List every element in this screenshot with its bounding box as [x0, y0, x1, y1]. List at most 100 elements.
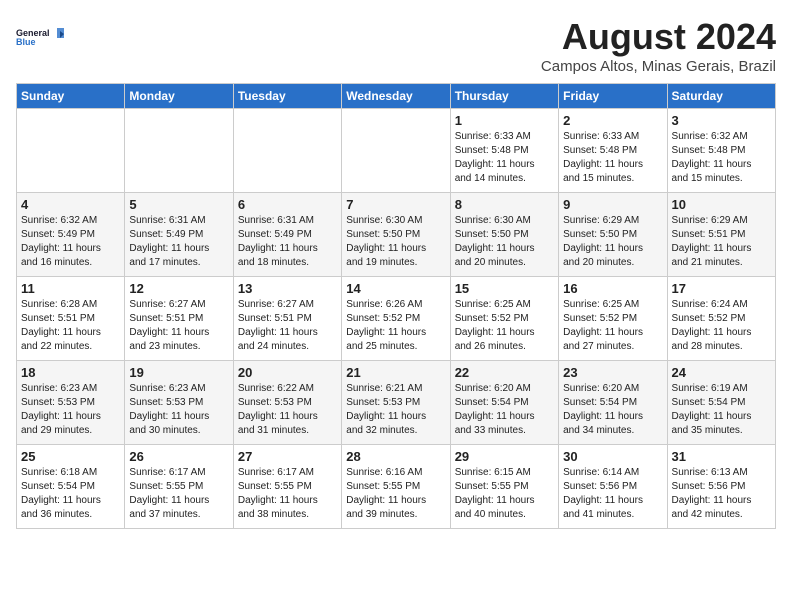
day-cell: 14 Sunrise: 6:26 AM Sunset: 5:52 PM Dayli…: [342, 277, 450, 361]
day-info: Sunrise: 6:17 AM Sunset: 5:55 PM Dayligh…: [238, 466, 337, 522]
day-number: 3: [672, 113, 771, 128]
day-number: 11: [21, 281, 120, 296]
day-info: Sunrise: 6:31 AM Sunset: 5:49 PM Dayligh…: [238, 214, 337, 270]
col-header-sunday: Sunday: [17, 84, 125, 109]
day-info: Sunrise: 6:27 AM Sunset: 5:51 PM Dayligh…: [129, 298, 228, 354]
day-number: 9: [563, 197, 662, 212]
day-cell: 4 Sunrise: 6:32 AM Sunset: 5:49 PM Daylig…: [17, 193, 125, 277]
page-header: General Blue August 2024 Campos Altos, M…: [16, 16, 776, 75]
day-cell: 8 Sunrise: 6:30 AM Sunset: 5:50 PM Daylig…: [450, 193, 558, 277]
day-cell: 24Sunrise: 6:19 AM Sunset: 5:54 PM Dayli…: [667, 361, 775, 445]
day-number: 27: [238, 449, 337, 464]
day-cell: 9Sunrise: 6:29 AM Sunset: 5:50 PM Daylig…: [559, 193, 667, 277]
svg-text:General: General: [16, 28, 50, 38]
day-cell: 29 Sunrise: 6:15 AM Sunset: 5:55 PM Dayli…: [450, 445, 558, 529]
day-number: 4: [21, 197, 120, 212]
day-info: Sunrise: 6:25 AM Sunset: 5:52 PM Dayligh…: [563, 298, 662, 354]
day-info: Sunrise: 6:33 AM Sunset: 5:48 PM Dayligh…: [563, 130, 662, 186]
day-cell: [342, 109, 450, 193]
day-cell: [233, 109, 341, 193]
day-number: 14: [346, 281, 445, 296]
day-info: Sunrise: 6:20 AM Sunset: 5:54 PM Dayligh…: [563, 382, 662, 438]
day-info: Sunrise: 6:31 AM Sunset: 5:49 PM Dayligh…: [129, 214, 228, 270]
day-cell: 30 Sunrise: 6:14 AM Sunset: 5:56 PM Dayli…: [559, 445, 667, 529]
logo: General Blue: [16, 16, 66, 60]
day-number: 17: [672, 281, 771, 296]
day-cell: [125, 109, 233, 193]
day-info: Sunrise: 6:32 AM Sunset: 5:49 PM Dayligh…: [21, 214, 120, 270]
day-number: 8: [455, 197, 554, 212]
day-info: Sunrise: 6:15 AM Sunset: 5:55 PM Dayligh…: [455, 466, 554, 522]
day-info: Sunrise: 6:18 AM Sunset: 5:54 PM Dayligh…: [21, 466, 120, 522]
day-number: 30: [563, 449, 662, 464]
day-info: Sunrise: 6:27 AM Sunset: 5:51 PM Dayligh…: [238, 298, 337, 354]
day-info: Sunrise: 6:17 AM Sunset: 5:55 PM Dayligh…: [129, 466, 228, 522]
day-number: 28: [346, 449, 445, 464]
col-header-tuesday: Tuesday: [233, 84, 341, 109]
day-cell: 1 Sunrise: 6:33 AM Sunset: 5:48 PM Daylig…: [450, 109, 558, 193]
day-info: Sunrise: 6:29 AM Sunset: 5:51 PM Dayligh…: [672, 214, 771, 270]
day-info: Sunrise: 6:25 AM Sunset: 5:52 PM Dayligh…: [455, 298, 554, 354]
day-cell: 11 Sunrise: 6:28 AM Sunset: 5:51 PM Dayli…: [17, 277, 125, 361]
day-number: 31: [672, 449, 771, 464]
day-info: Sunrise: 6:30 AM Sunset: 5:50 PM Dayligh…: [455, 214, 554, 270]
month-year: August 2024: [541, 16, 776, 58]
logo-svg: General Blue: [16, 16, 66, 60]
day-cell: 16 Sunrise: 6:25 AM Sunset: 5:52 PM Dayli…: [559, 277, 667, 361]
col-header-friday: Friday: [559, 84, 667, 109]
day-cell: 6Sunrise: 6:31 AM Sunset: 5:49 PM Daylig…: [233, 193, 341, 277]
week-row-1: 1 Sunrise: 6:33 AM Sunset: 5:48 PM Daylig…: [17, 109, 776, 193]
day-number: 20: [238, 365, 337, 380]
day-cell: 13Sunrise: 6:27 AM Sunset: 5:51 PM Dayli…: [233, 277, 341, 361]
col-header-saturday: Saturday: [667, 84, 775, 109]
svg-text:Blue: Blue: [16, 37, 36, 47]
day-cell: 23Sunrise: 6:20 AM Sunset: 5:54 PM Dayli…: [559, 361, 667, 445]
day-cell: 21Sunrise: 6:21 AM Sunset: 5:53 PM Dayli…: [342, 361, 450, 445]
week-row-5: 25 Sunrise: 6:18 AM Sunset: 5:54 PM Dayli…: [17, 445, 776, 529]
day-info: Sunrise: 6:23 AM Sunset: 5:53 PM Dayligh…: [21, 382, 120, 438]
day-number: 16: [563, 281, 662, 296]
col-header-thursday: Thursday: [450, 84, 558, 109]
day-info: Sunrise: 6:24 AM Sunset: 5:52 PM Dayligh…: [672, 298, 771, 354]
day-cell: 12 Sunrise: 6:27 AM Sunset: 5:51 PM Dayli…: [125, 277, 233, 361]
day-cell: 19Sunrise: 6:23 AM Sunset: 5:53 PM Dayli…: [125, 361, 233, 445]
day-cell: 28Sunrise: 6:16 AM Sunset: 5:55 PM Dayli…: [342, 445, 450, 529]
day-number: 26: [129, 449, 228, 464]
day-cell: 22Sunrise: 6:20 AM Sunset: 5:54 PM Dayli…: [450, 361, 558, 445]
day-number: 5: [129, 197, 228, 212]
day-number: 18: [21, 365, 120, 380]
week-row-2: 4 Sunrise: 6:32 AM Sunset: 5:49 PM Daylig…: [17, 193, 776, 277]
day-number: 22: [455, 365, 554, 380]
day-info: Sunrise: 6:14 AM Sunset: 5:56 PM Dayligh…: [563, 466, 662, 522]
week-row-4: 18 Sunrise: 6:23 AM Sunset: 5:53 PM Dayli…: [17, 361, 776, 445]
day-cell: 2Sunrise: 6:33 AM Sunset: 5:48 PM Daylig…: [559, 109, 667, 193]
day-info: Sunrise: 6:32 AM Sunset: 5:48 PM Dayligh…: [672, 130, 771, 186]
day-number: 12: [129, 281, 228, 296]
day-info: Sunrise: 6:28 AM Sunset: 5:51 PM Dayligh…: [21, 298, 120, 354]
col-header-monday: Monday: [125, 84, 233, 109]
location: Campos Altos, Minas Gerais, Brazil: [541, 58, 776, 75]
day-cell: 15 Sunrise: 6:25 AM Sunset: 5:52 PM Dayli…: [450, 277, 558, 361]
col-header-wednesday: Wednesday: [342, 84, 450, 109]
day-number: 19: [129, 365, 228, 380]
day-info: Sunrise: 6:33 AM Sunset: 5:48 PM Dayligh…: [455, 130, 554, 186]
day-number: 29: [455, 449, 554, 464]
day-cell: 26 Sunrise: 6:17 AM Sunset: 5:55 PM Dayli…: [125, 445, 233, 529]
day-info: Sunrise: 6:30 AM Sunset: 5:50 PM Dayligh…: [346, 214, 445, 270]
day-cell: 5 Sunrise: 6:31 AM Sunset: 5:49 PM Daylig…: [125, 193, 233, 277]
day-info: Sunrise: 6:13 AM Sunset: 5:56 PM Dayligh…: [672, 466, 771, 522]
calendar-table: SundayMondayTuesdayWednesdayThursdayFrid…: [16, 83, 776, 529]
day-cell: [17, 109, 125, 193]
day-number: 10: [672, 197, 771, 212]
day-info: Sunrise: 6:26 AM Sunset: 5:52 PM Dayligh…: [346, 298, 445, 354]
title-block: August 2024 Campos Altos, Minas Gerais, …: [541, 16, 776, 75]
day-number: 24: [672, 365, 771, 380]
day-cell: 7Sunrise: 6:30 AM Sunset: 5:50 PM Daylig…: [342, 193, 450, 277]
day-cell: 25 Sunrise: 6:18 AM Sunset: 5:54 PM Dayli…: [17, 445, 125, 529]
day-number: 15: [455, 281, 554, 296]
day-cell: 20Sunrise: 6:22 AM Sunset: 5:53 PM Dayli…: [233, 361, 341, 445]
day-cell: 31 Sunrise: 6:13 AM Sunset: 5:56 PM Dayli…: [667, 445, 775, 529]
day-number: 25: [21, 449, 120, 464]
day-info: Sunrise: 6:21 AM Sunset: 5:53 PM Dayligh…: [346, 382, 445, 438]
day-number: 1: [455, 113, 554, 128]
